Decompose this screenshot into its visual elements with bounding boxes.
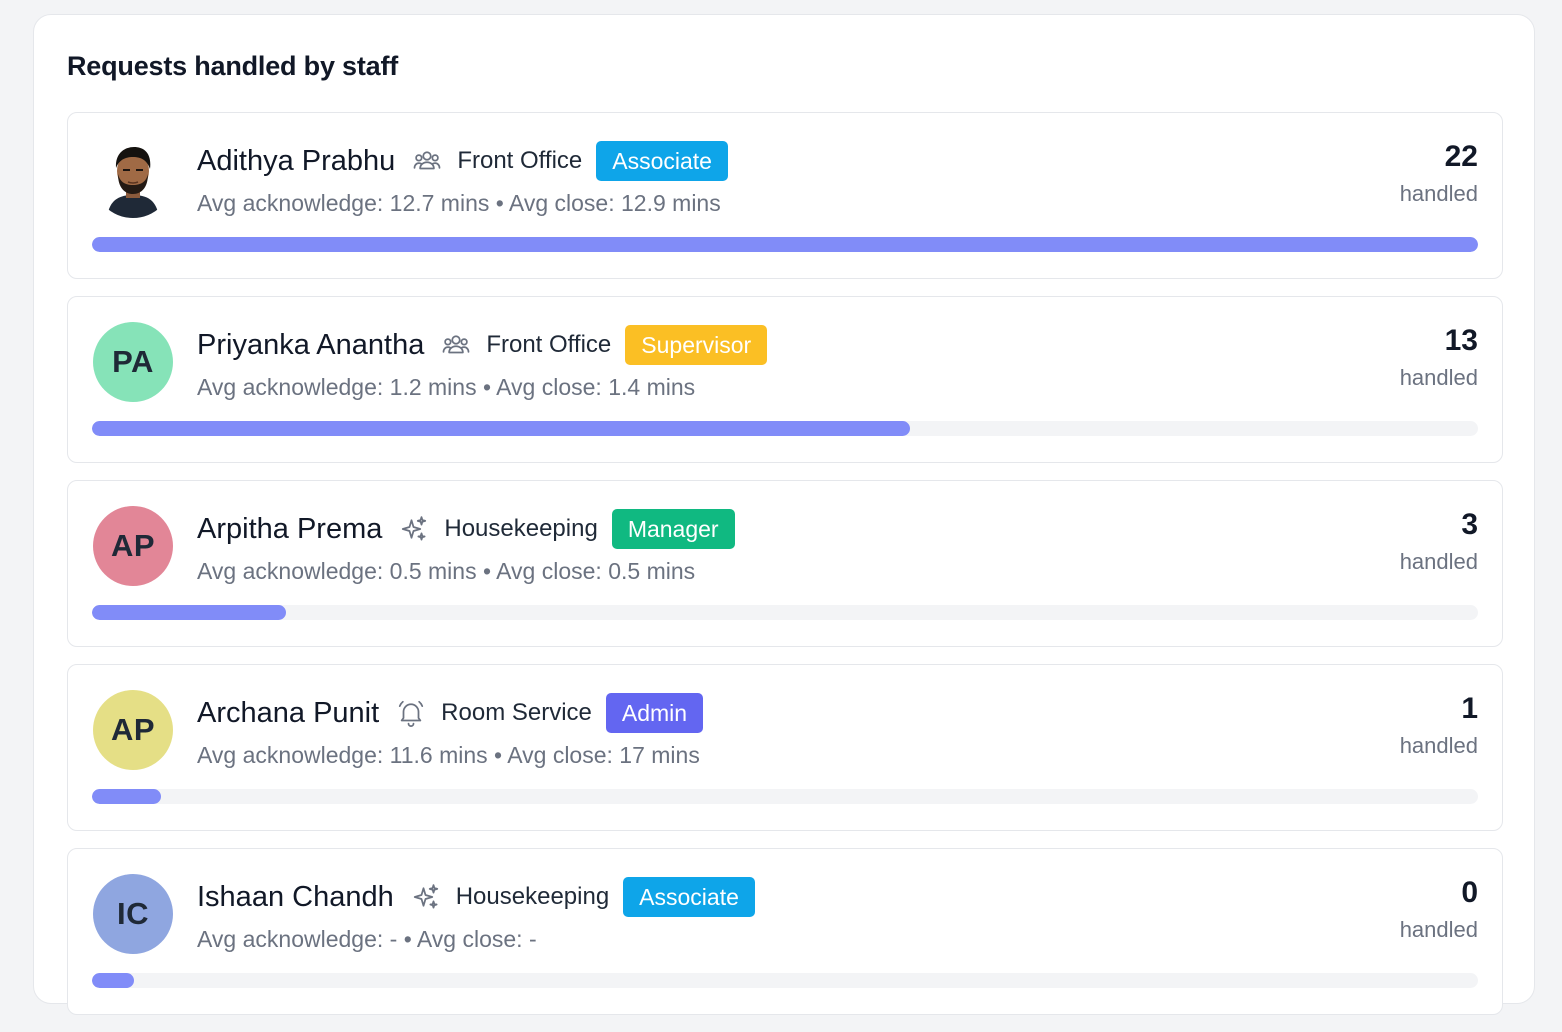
panel-title: Requests handled by staff xyxy=(67,51,399,81)
progress-fill xyxy=(92,237,1478,252)
role-badge: Associate xyxy=(623,877,755,917)
progress-fill xyxy=(92,789,162,804)
progress-track xyxy=(92,237,1478,252)
avatar-initials: AP xyxy=(93,506,173,586)
response-time-stats: Avg acknowledge: 0.5 mins • Avg close: 0… xyxy=(197,558,696,584)
handled-count-block: 22 handled xyxy=(1400,140,1478,207)
progress-track xyxy=(92,973,1478,988)
staff-header: Ishaan Chandh Housekeeping Associate xyxy=(197,877,755,917)
progress-track xyxy=(92,421,1478,436)
progress-fill xyxy=(92,605,287,620)
department-label: Front Office xyxy=(486,331,612,358)
avatar-initials: IC xyxy=(93,874,173,954)
users-icon xyxy=(440,329,472,361)
handled-label: handled xyxy=(1399,549,1478,574)
department-label: Housekeeping xyxy=(455,883,610,910)
handled-count: 22 xyxy=(1444,140,1478,173)
role-badge: Associate xyxy=(596,141,728,181)
handled-count: 0 xyxy=(1461,876,1478,909)
handled-label: handled xyxy=(1399,365,1478,390)
response-time-stats: Avg acknowledge: 11.6 mins • Avg close: … xyxy=(197,742,700,768)
handled-count: 13 xyxy=(1444,324,1478,357)
requests-by-staff-panel: Requests handled by staff Adithya Prabhu… xyxy=(33,14,1535,1015)
progress-track xyxy=(92,605,1478,620)
response-time-stats: Avg acknowledge: 1.2 mins • Avg close: 1… xyxy=(197,374,696,400)
progress-fill xyxy=(92,973,134,988)
sparkles-icon xyxy=(398,513,430,545)
handled-label: handled xyxy=(1399,733,1478,758)
handled-label: handled xyxy=(1399,917,1478,942)
role-badge: Manager xyxy=(611,509,735,549)
staff-card[interactable]: AP Arpitha Prema Housekeeping Manager Avg a… xyxy=(67,480,1503,647)
staff-header: Archana Punit Room Service Admin xyxy=(197,693,704,733)
handled-count-block: 3 handled xyxy=(1400,508,1478,575)
staff-list: Adithya Prabhu Front Office Associate Avg … xyxy=(67,112,1503,1032)
staff-header: Priyanka Anantha Front Office Supervisor xyxy=(197,325,768,365)
department-label: Room Service xyxy=(441,699,592,726)
handled-label: handled xyxy=(1399,181,1478,206)
avatar-photo xyxy=(93,138,173,218)
avatar-initials: PA xyxy=(93,322,173,402)
response-time-stats: Avg acknowledge: 12.7 mins • Avg close: … xyxy=(197,190,721,216)
staff-name: Arpitha Prema xyxy=(197,512,383,545)
handled-count-block: 1 handled xyxy=(1400,692,1478,759)
users-icon xyxy=(411,145,443,177)
progress-fill xyxy=(92,421,910,436)
response-time-stats: Avg acknowledge: - • Avg close: - xyxy=(197,926,537,952)
bell-icon xyxy=(395,697,427,729)
staff-name: Ishaan Chandh xyxy=(197,880,394,913)
staff-card[interactable]: AP Archana Punit Room Service Admin Avg ack… xyxy=(67,664,1503,831)
staff-name: Priyanka Anantha xyxy=(197,328,425,361)
staff-header: Adithya Prabhu Front Office Associate xyxy=(197,141,728,181)
progress-track xyxy=(92,789,1478,804)
handled-count: 3 xyxy=(1461,508,1478,541)
role-badge: Supervisor xyxy=(625,325,768,365)
staff-header: Arpitha Prema Housekeeping Manager xyxy=(197,509,735,549)
sparkles-icon xyxy=(410,881,442,913)
staff-name: Adithya Prabhu xyxy=(197,144,396,177)
handled-count-block: 13 handled xyxy=(1400,324,1478,391)
handled-count-block: 0 handled xyxy=(1400,876,1478,943)
staff-card[interactable]: PA Priyanka Anantha Front Office Superviso… xyxy=(67,296,1503,463)
handled-count: 1 xyxy=(1461,692,1478,725)
avatar-initials: AP xyxy=(93,690,173,770)
staff-card[interactable]: Adithya Prabhu Front Office Associate Avg … xyxy=(67,112,1503,279)
role-badge: Admin xyxy=(605,693,704,733)
department-label: Front Office xyxy=(457,147,583,174)
staff-name: Archana Punit xyxy=(197,696,380,729)
staff-card[interactable]: IC Ishaan Chandh Housekeeping Associate Avg… xyxy=(67,848,1503,1015)
department-label: Housekeeping xyxy=(444,515,598,542)
